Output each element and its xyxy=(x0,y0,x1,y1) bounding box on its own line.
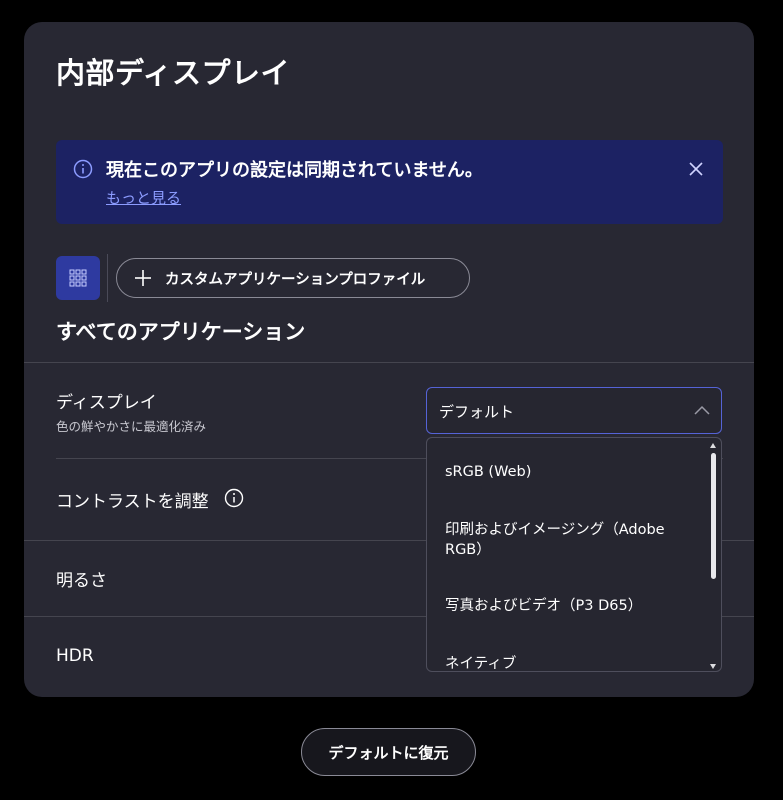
section-title: すべてのアプリケーション xyxy=(56,320,306,344)
apps-grid-icon xyxy=(69,269,87,287)
scroll-up-arrow-icon[interactable] xyxy=(710,443,716,448)
info-icon xyxy=(73,159,93,179)
option-p3-d65[interactable]: 写真およびビデオ（P3 D65） xyxy=(445,596,695,616)
display-mode-select[interactable]: デフォルト xyxy=(426,387,722,434)
scroll-down-arrow-icon[interactable] xyxy=(710,664,716,669)
plus-icon xyxy=(135,270,151,286)
option-native[interactable]: ネイティブ xyxy=(445,654,695,671)
learn-more-link[interactable]: もっと見る xyxy=(106,187,181,208)
display-settings-panel: 内部ディスプレイ 現在このアプリの設定は同期されていません。 もっと見る カスタ… xyxy=(24,22,754,697)
restore-defaults-button[interactable]: デフォルトに復元 xyxy=(301,728,476,776)
dropdown-scrollbar[interactable] xyxy=(710,441,718,670)
sync-info-banner: 現在このアプリの設定は同期されていません。 もっと見る xyxy=(56,140,723,224)
display-mode-dropdown[interactable]: sRGB (Web) 印刷およびイメージング（Adobe RGB） 写真およびビ… xyxy=(426,437,722,672)
section-divider xyxy=(24,362,754,363)
scroll-thumb[interactable] xyxy=(711,453,716,579)
brightness-label: 明るさ xyxy=(56,571,107,591)
chevron-up-icon xyxy=(694,405,710,415)
add-custom-profile-button[interactable]: カスタムアプリケーションプロファイル xyxy=(116,258,470,298)
contrast-label: コントラストを調整 xyxy=(56,492,209,512)
hdr-label: HDR xyxy=(56,646,94,666)
add-profile-label: カスタムアプリケーションプロファイル xyxy=(165,271,426,288)
page-title: 内部ディスプレイ xyxy=(56,56,290,90)
banner-message: 現在このアプリの設定は同期されていません。 xyxy=(106,160,483,181)
display-sublabel: 色の鮮やかさに最適化済み xyxy=(56,419,207,434)
option-srgb[interactable]: sRGB (Web) xyxy=(445,462,695,482)
divider xyxy=(107,254,108,302)
option-adobe-rgb[interactable]: 印刷およびイメージング（Adobe RGB） xyxy=(445,520,695,560)
all-apps-button[interactable] xyxy=(56,256,100,300)
contrast-info-icon[interactable] xyxy=(224,488,244,508)
close-icon[interactable] xyxy=(687,160,705,178)
display-label: ディスプレイ xyxy=(56,393,157,413)
select-value: デフォルト xyxy=(439,403,515,421)
